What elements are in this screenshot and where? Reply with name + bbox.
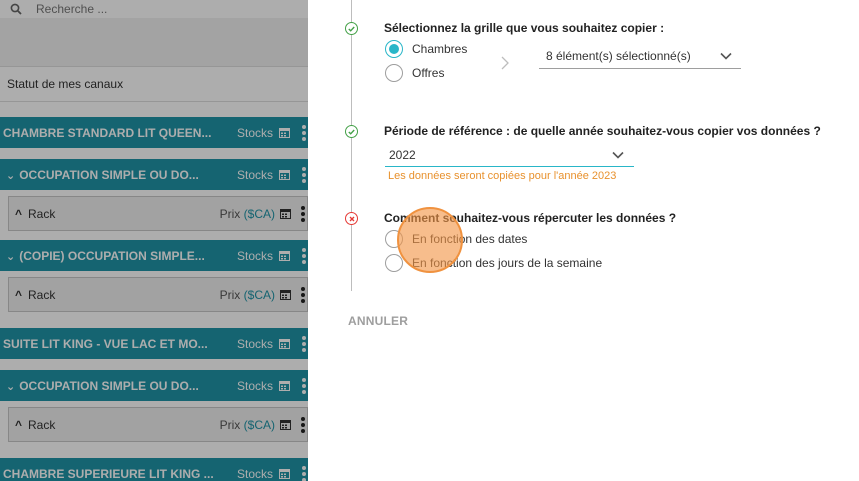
step-1-check-icon bbox=[345, 22, 358, 35]
radio-chambres[interactable]: Chambres bbox=[385, 40, 467, 58]
radio-label: Chambres bbox=[412, 42, 468, 56]
radio-label: Offres bbox=[412, 66, 445, 80]
stepper-line bbox=[351, 0, 352, 291]
radio-button-selected[interactable] bbox=[385, 40, 403, 58]
step-3-error-icon bbox=[345, 212, 358, 225]
year-hint: Les données seront copiées pour l'année … bbox=[388, 170, 617, 182]
items-select-value: 8 élément(s) sélectionné(s) bbox=[546, 48, 691, 63]
year-select[interactable]: 2022 bbox=[385, 144, 634, 167]
click-indicator bbox=[397, 207, 463, 273]
radio-button[interactable] bbox=[385, 254, 403, 272]
modal-backdrop[interactable] bbox=[0, 0, 308, 481]
step-2-question: Période de référence : de quelle année s… bbox=[384, 124, 821, 138]
items-select[interactable]: 8 élément(s) sélectionné(s) bbox=[539, 43, 741, 69]
year-select-value: 2022 bbox=[389, 148, 416, 162]
step-2-check-icon bbox=[345, 125, 358, 138]
channel-list-panel: Recherche ... Statut de mes canaux CHAMB… bbox=[0, 0, 308, 481]
step-1-question: Sélectionnez la grille que vous souhaite… bbox=[384, 21, 665, 35]
radio-button[interactable] bbox=[385, 64, 403, 82]
chevron-down-icon bbox=[612, 151, 624, 159]
chevron-right-icon bbox=[501, 56, 509, 70]
cancel-button[interactable]: ANNULER bbox=[348, 314, 408, 328]
radio-offres[interactable]: Offres bbox=[385, 64, 444, 82]
chevron-down-icon bbox=[720, 52, 732, 60]
